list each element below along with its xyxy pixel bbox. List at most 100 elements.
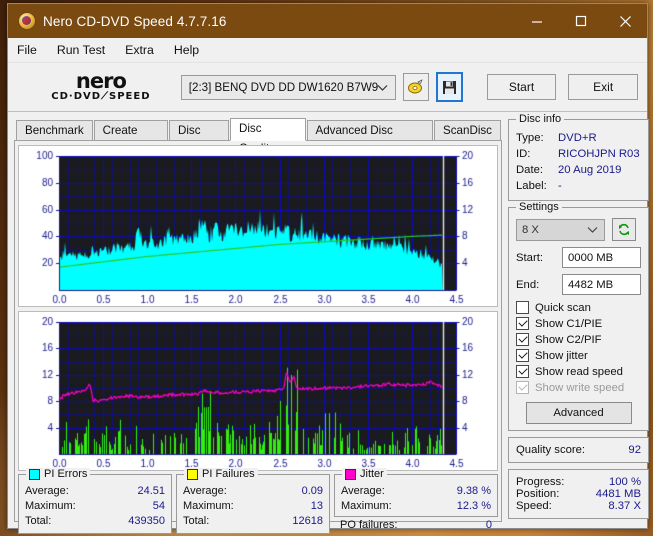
- progress-box: Progress: 100 % Position: 4481 MB Speed: 8.…: [508, 469, 649, 519]
- checkbox-icon: [516, 317, 529, 330]
- minimize-button[interactable]: [515, 4, 559, 38]
- close-button[interactable]: [603, 4, 647, 38]
- save-results-button[interactable]: [435, 72, 463, 102]
- tab-scandisc[interactable]: ScanDisc: [434, 120, 501, 140]
- pi-errors-canvas: [19, 146, 497, 306]
- nero-cd-dvd-speed-window: Nero CD-DVD Speed 4.7.7.16 File Run Test…: [7, 3, 649, 534]
- tab-benchmark[interactable]: Benchmark: [16, 120, 93, 140]
- row-value: 13: [310, 500, 323, 512]
- table-row: Progress: 100 %: [516, 476, 641, 488]
- title-bar: Nero CD-DVD Speed 4.7.7.16: [8, 4, 647, 38]
- jitter-title: Jitter: [360, 468, 384, 480]
- disc-info-title: Disc info: [516, 113, 565, 125]
- speed-select[interactable]: 8 X: [516, 218, 605, 241]
- row-value: RICOHJPN R03: [558, 148, 640, 160]
- table-row: Maximum: 12.3 %: [341, 499, 491, 514]
- table-row: Average: 0.09: [183, 484, 323, 499]
- checkbox-label: Show write speed: [535, 381, 625, 394]
- row-label: Label:: [516, 180, 547, 192]
- start-field-row: Start: 0000 MB: [516, 247, 641, 268]
- jitter-legend: Jitter: [342, 468, 387, 480]
- pi-failures-stats: PI Failures Average: 0.09 Maximum: 13 Tota…: [176, 468, 330, 534]
- pi-failures-jitter-chart: [18, 311, 498, 471]
- table-row: Maximum: 54: [25, 499, 165, 514]
- row-label: Average:: [341, 485, 385, 497]
- table-row: Total: 439350: [25, 514, 165, 529]
- pi-errors-color-swatch: [29, 468, 40, 480]
- pi-errors-legend: PI Errors: [26, 468, 91, 480]
- table-row: Date: 20 Aug 2019: [516, 162, 641, 178]
- exit-button[interactable]: Exit: [568, 74, 639, 100]
- row-value: 439350: [128, 515, 165, 527]
- chevron-down-icon: [587, 225, 598, 237]
- quality-score-box: Quality score: 92: [508, 437, 649, 463]
- jitter-stats: Jitter Average: 9.38 % Maximum: 12.3 %: [334, 468, 498, 517]
- settings-box: Settings 8 X Start: 0000 MB End: 4482 MB…: [508, 201, 649, 431]
- checkbox-label: Show read speed: [535, 365, 623, 378]
- tab-bar: Benchmark Create Disc Disc Info Disc Qua…: [14, 118, 502, 156]
- po-failures-value: 0: [485, 519, 492, 531]
- advanced-button[interactable]: Advanced: [525, 402, 632, 424]
- checkbox-show-read-speed[interactable]: Show read speed: [516, 365, 641, 378]
- checkbox-icon: [516, 381, 529, 394]
- nero-app-icon: [18, 12, 36, 30]
- pi-failures-legend: PI Failures: [184, 468, 258, 480]
- checkbox-show-c1-pie[interactable]: Show C1/PIE: [516, 317, 641, 330]
- left-column: Benchmark Create Disc Disc Info Disc Qua…: [14, 118, 502, 534]
- row-value: 12618: [292, 515, 323, 527]
- menu-item-run-test[interactable]: Run Test: [57, 43, 105, 57]
- po-failures-row: PO failures: 0: [334, 517, 498, 533]
- table-row: Average: 9.38 %: [341, 484, 491, 499]
- settings-title: Settings: [516, 201, 562, 213]
- row-label: Type:: [516, 132, 544, 144]
- checkbox-show-write-speed: Show write speed: [516, 381, 641, 394]
- drive-select[interactable]: [2:3] BENQ DVD DD DW1620 B7W9: [180, 74, 397, 100]
- quality-score-label: Quality score:: [516, 444, 586, 456]
- quality-score-value: 92: [628, 444, 641, 456]
- checkbox-quick-scan[interactable]: Quick scan: [516, 301, 641, 314]
- start-input[interactable]: 0000 MB: [562, 247, 641, 268]
- table-row: Average: 24.51: [25, 484, 165, 499]
- pi-failures-title: PI Failures: [202, 468, 255, 480]
- toolbar: nero CD·DVD⟋SPEED [2:3] BENQ DVD DD DW16…: [8, 63, 647, 112]
- tab-advanced-disc-quality[interactable]: Advanced Disc Quality: [306, 120, 434, 156]
- speed-select-value: 8 X: [522, 223, 539, 236]
- menu-item-help[interactable]: Help: [174, 43, 199, 57]
- pi-errors-title: PI Errors: [44, 468, 88, 480]
- end-field-row: End: 4482 MB: [516, 274, 641, 295]
- logo-line-cd-dvd-speed: CD·DVD⟋SPEED: [51, 91, 151, 102]
- checkbox-label: Show jitter: [535, 349, 588, 362]
- right-column: Disc info Type: DVD+R ID: RICOHJPN R03 Dat…: [508, 113, 649, 522]
- checkbox-label: Show C2/PIF: [535, 333, 602, 346]
- row-value: 9.38 %: [456, 485, 491, 497]
- row-value: 54: [152, 500, 165, 512]
- tab-disc-info[interactable]: Disc Info: [168, 120, 229, 156]
- row-label: Maximum:: [183, 500, 234, 512]
- menu-item-extra[interactable]: Extra: [125, 43, 154, 57]
- checkbox-show-c2-pif[interactable]: Show C2/PIF: [516, 333, 641, 346]
- checkbox-show-jitter[interactable]: Show jitter: [516, 349, 641, 362]
- menu-bar: File Run Test Extra Help: [8, 38, 647, 63]
- window-body: Benchmark Create Disc Disc Info Disc Qua…: [8, 112, 649, 534]
- tab-disc-quality[interactable]: Disc Quality: [229, 118, 306, 155]
- row-label: Position:: [516, 488, 560, 500]
- row-label: Total:: [25, 515, 52, 527]
- checkbox-icon: [516, 365, 529, 378]
- jitter-color-swatch: [345, 468, 356, 480]
- row-label: Average:: [25, 485, 69, 497]
- maximize-button[interactable]: [559, 4, 603, 38]
- disc-quality-panel: PI Errors Average: 24.51 Maximum: 54 Total…: [14, 141, 502, 534]
- refresh-button[interactable]: [612, 218, 636, 241]
- eject-disc-button[interactable]: [403, 73, 429, 101]
- pi-errors-chart: [18, 145, 498, 307]
- pi-failures-jitter-canvas: [19, 312, 497, 470]
- row-value: 8.37 X: [608, 500, 641, 512]
- start-button[interactable]: Start: [486, 74, 557, 100]
- end-input[interactable]: 4482 MB: [562, 274, 641, 295]
- end-label: End:: [516, 278, 540, 291]
- tab-create-disc[interactable]: Create Disc: [93, 120, 168, 156]
- row-value: 20 Aug 2019: [558, 164, 622, 176]
- row-value: 100 %: [608, 476, 641, 488]
- jitter-stats-wrap: Jitter Average: 9.38 % Maximum: 12.3 % PO …: [334, 468, 498, 534]
- menu-item-file[interactable]: File: [17, 43, 37, 57]
